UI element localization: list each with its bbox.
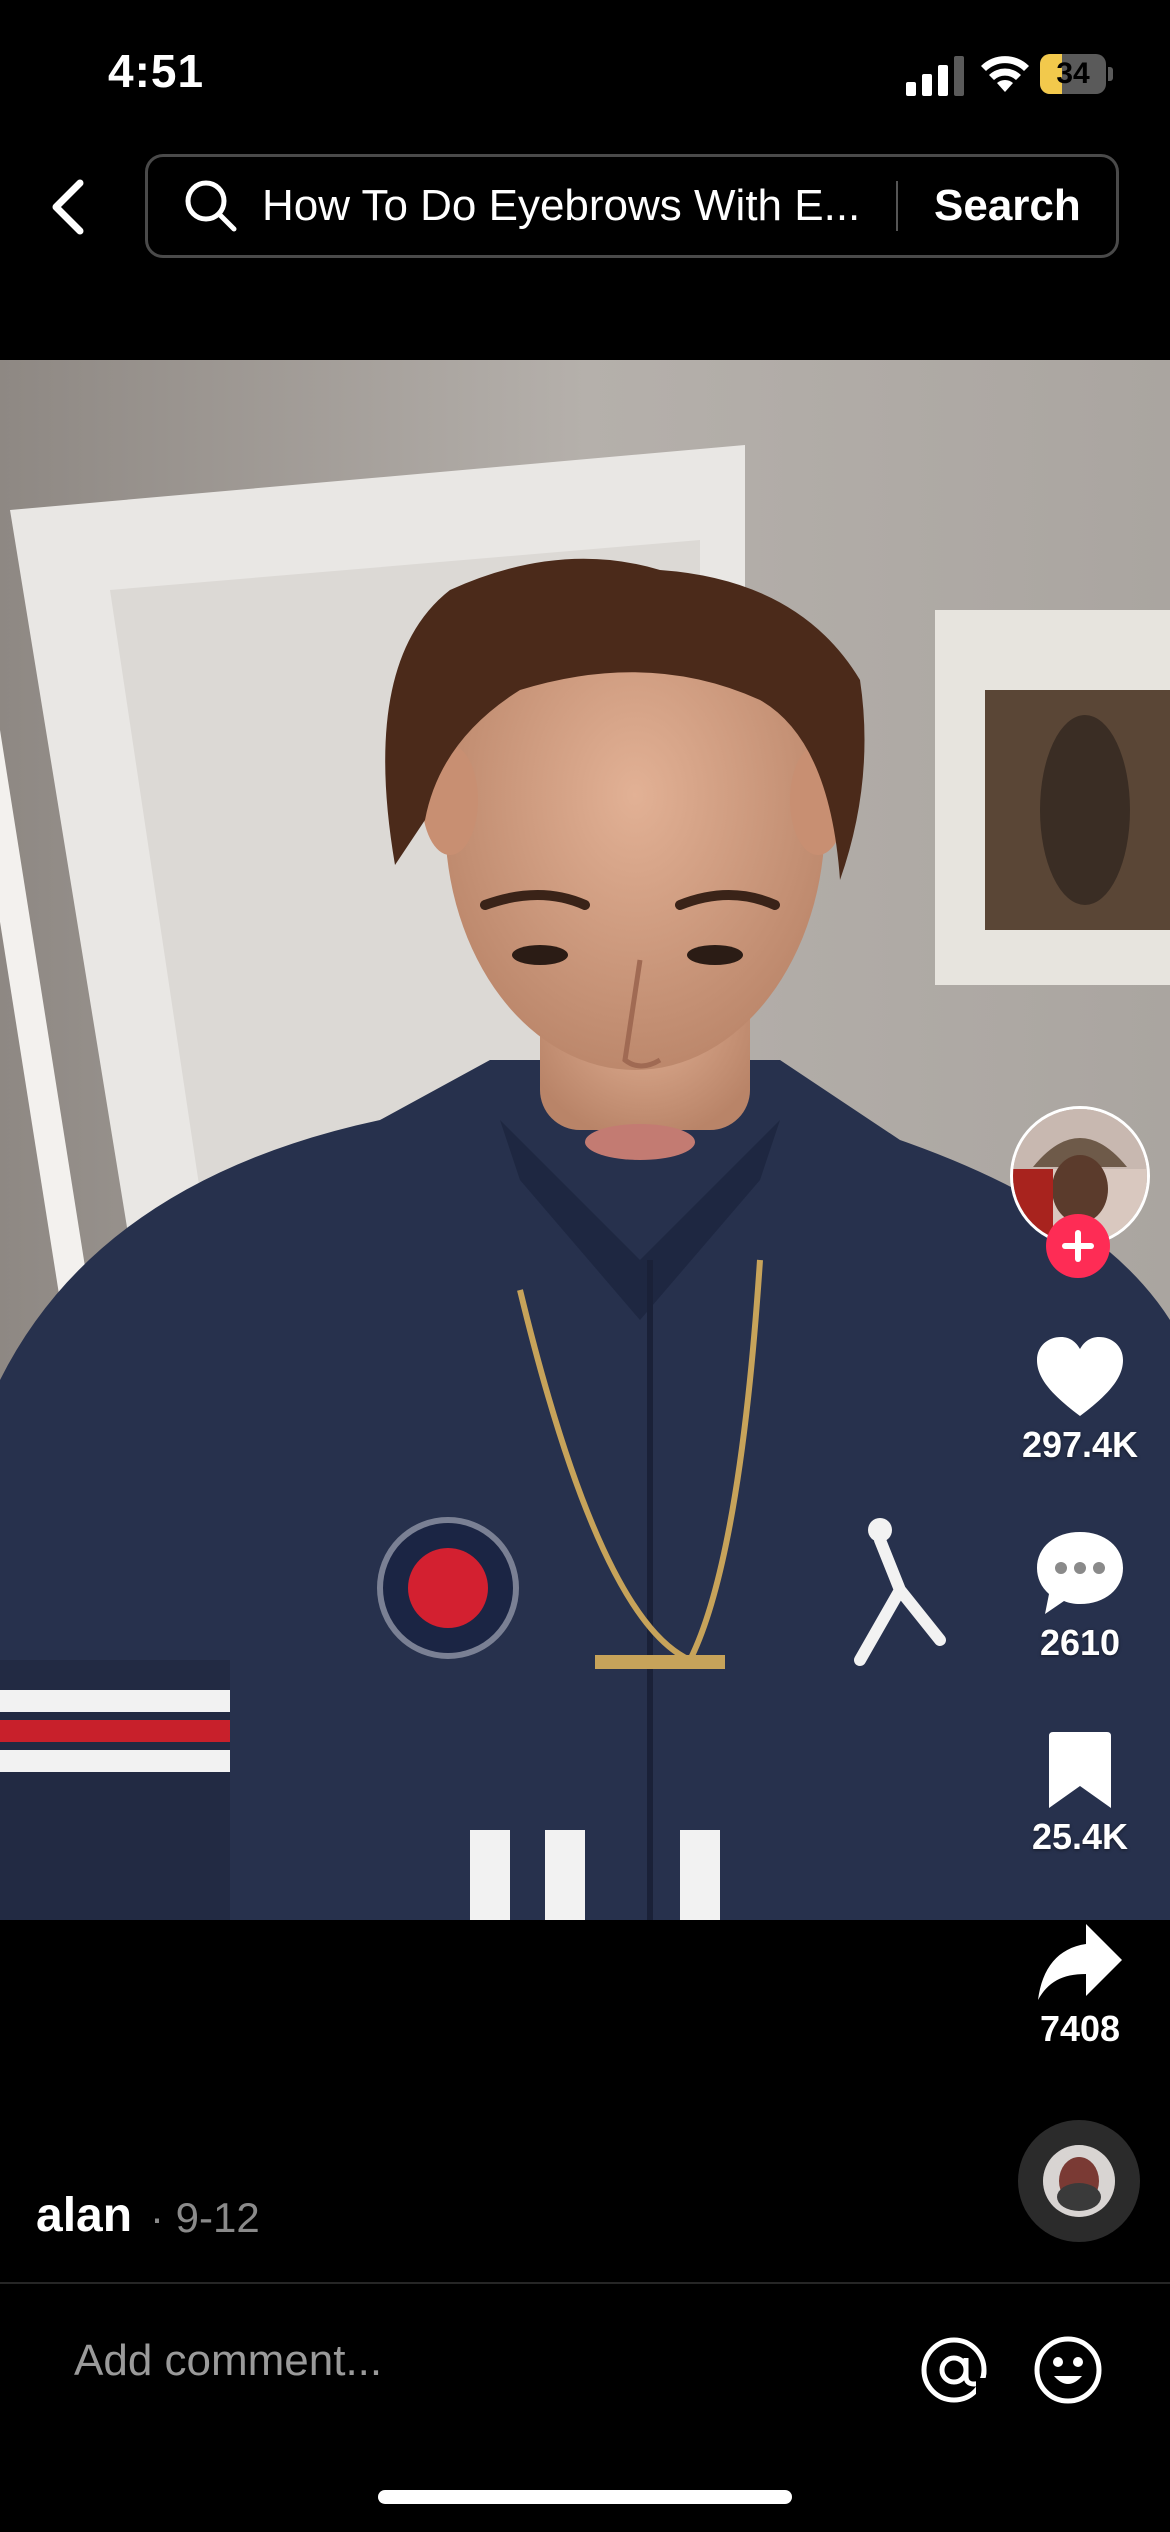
video-bottom-edge — [0, 1920, 1170, 1922]
search-button[interactable]: Search — [934, 181, 1081, 231]
comment-icon — [1037, 1532, 1123, 1614]
post-date: · 9-12 — [150, 2194, 260, 2241]
back-button[interactable] — [38, 170, 98, 244]
heart-icon — [1037, 1337, 1123, 1416]
sound-disc[interactable] — [1018, 2120, 1140, 2242]
sound-cover-image — [1043, 2145, 1115, 2217]
battery-indicator: 34 — [1040, 54, 1114, 94]
search-divider — [896, 181, 898, 231]
share-button[interactable]: 7408 — [1010, 1922, 1150, 2050]
save-button[interactable]: 25.4K — [1010, 1730, 1150, 1858]
share-count: 7408 — [1039, 2008, 1121, 2049]
status-time: 4:51 — [108, 45, 205, 97]
home-indicator — [378, 2490, 792, 2504]
wifi-icon — [981, 56, 1029, 92]
emoji-icon[interactable] — [1032, 2334, 1104, 2406]
bookmark-icon — [1049, 1732, 1111, 1808]
search-icon — [185, 180, 237, 232]
cellular-signal-icon — [906, 56, 964, 96]
like-count: 297.4K — [1021, 1424, 1139, 1465]
search-query[interactable]: How To Do Eyebrows With E... — [262, 181, 882, 231]
back-arrow-icon — [52, 179, 84, 235]
plus-icon — [1062, 1230, 1094, 1262]
author-name[interactable]: alan — [36, 2188, 132, 2243]
comment-bar-divider — [0, 2282, 1170, 2284]
comment-button[interactable]: 2610 — [1010, 1530, 1150, 1664]
follow-button[interactable] — [1046, 1214, 1110, 1278]
share-icon — [1038, 1924, 1122, 2000]
like-button[interactable]: 297.4K — [1010, 1336, 1150, 1466]
at-mention-icon[interactable] — [918, 2334, 990, 2406]
save-count: 25.4K — [1031, 1816, 1129, 1857]
comment-input[interactable]: Add comment... — [74, 2336, 382, 2386]
video-player[interactable] — [0, 360, 1170, 1920]
search-bar[interactable]: How To Do Eyebrows With E... Search — [145, 154, 1119, 258]
battery-level: 34 — [1056, 57, 1090, 90]
comment-count: 2610 — [1039, 1622, 1121, 1663]
